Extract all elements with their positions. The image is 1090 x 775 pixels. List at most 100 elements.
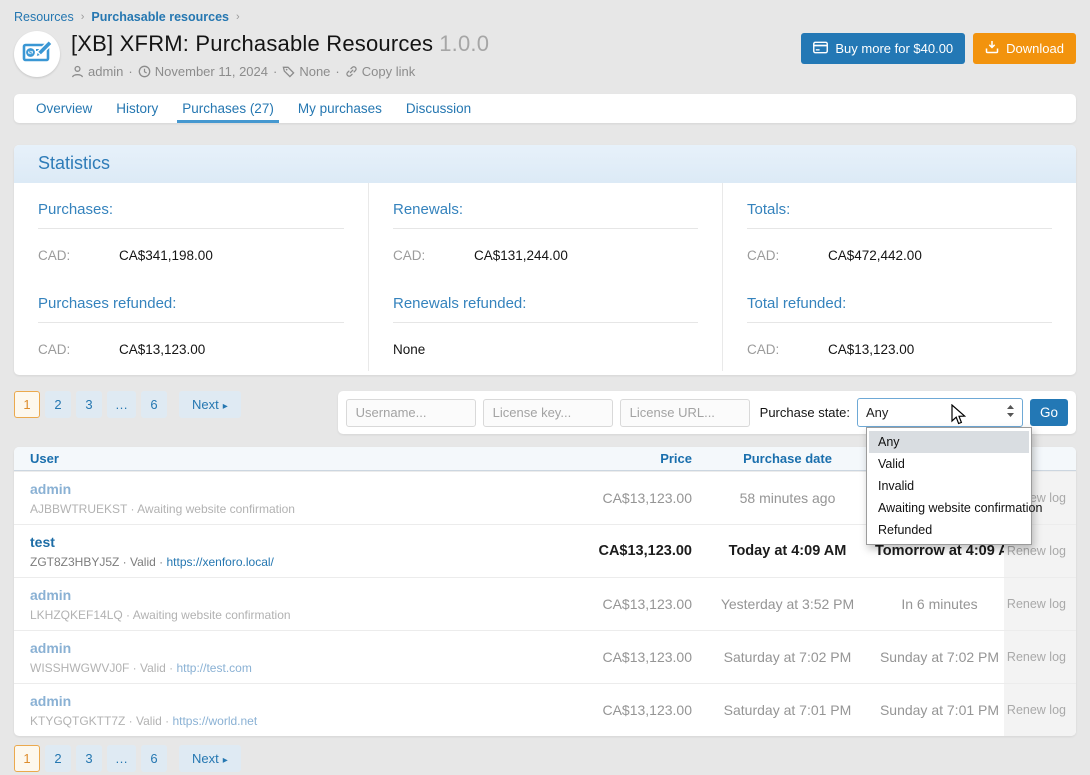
stat-value: CA$131,244.00 [474,248,568,263]
purchase-date-cell: Today at 4:09 AM [700,543,875,559]
download-button[interactable]: Download [973,33,1076,64]
license-url-link[interactable]: http://test.com [176,661,251,675]
table-row: admin WISSHWGWVJ0F · Valid · http://test… [14,630,1076,683]
author-meta: admin [71,64,123,79]
breadcrumb-purchasable-resources[interactable]: Purchasable resources [91,10,229,24]
purchase-user-link[interactable]: admin [30,693,71,709]
bottom-pagination: 1 2 3 … 6 Next▸ [14,745,1076,772]
username-input[interactable] [346,399,476,427]
page-6-button[interactable]: 6 [141,745,167,772]
top-pagination: 1 2 3 … 6 Next▸ [14,391,241,418]
stat-purchases: Purchases: CAD: CA$341,198.00 [14,183,368,277]
renew-log-link[interactable]: Renew log [1007,597,1066,611]
price-cell: CA$13,123.00 [580,490,700,506]
table-row: admin LKHZQKEF14LQ · Awaiting website co… [14,577,1076,630]
purchase-state-select[interactable]: Any [857,398,1023,427]
breadcrumb-separator: › [81,11,85,23]
license-url-link[interactable]: https://xenforo.local/ [166,555,273,569]
tag-icon [282,65,295,78]
dropdown-option-any[interactable]: Any [869,431,1029,453]
tab-purchases[interactable]: Purchases (27) [170,94,286,123]
price-cell: CA$13,123.00 [580,543,700,559]
dropdown-option-invalid[interactable]: Invalid [867,475,1031,497]
user-icon [71,65,84,78]
page-2-button[interactable]: 2 [45,391,71,418]
purchase-state-dropdown: Any Valid Invalid Awaiting website confi… [866,427,1032,545]
currency-label: CAD: [38,248,119,263]
stat-value: None [393,342,425,357]
purchase-user-link[interactable]: admin [30,640,71,656]
page-3-button[interactable]: 3 [76,745,102,772]
link-icon [345,65,358,78]
resource-header: $ [XB] XFRM: Purchasable Resources1.0.0 [14,31,1076,79]
money-check-pen-icon: $ [22,37,52,72]
tab-history[interactable]: History [104,94,170,123]
next-page-button[interactable]: Next▸ [179,745,241,772]
renew-log-link[interactable]: Renew log [1007,703,1066,717]
credit-card-icon [813,41,828,57]
tab-discussion[interactable]: Discussion [394,94,483,123]
purchase-user-link[interactable]: test [30,534,55,550]
page-1-button[interactable]: 1 [14,391,40,418]
page-title: [XB] XFRM: Purchasable Resources1.0.0 [71,31,489,57]
resource-meta: admin · November 11, 2024 · None · [71,64,489,79]
next-page-button[interactable]: Next▸ [179,391,241,418]
renew-log-link[interactable]: Renew log [1007,544,1066,558]
select-spinner-icon [1007,405,1014,420]
stat-value: CA$13,123.00 [828,342,914,357]
tab-my-purchases[interactable]: My purchases [286,94,394,123]
buy-more-button[interactable]: Buy more for $40.00 [801,33,965,64]
go-button[interactable]: Go [1030,399,1068,426]
dropdown-option-refunded[interactable]: Refunded [867,519,1031,541]
statistics-card: Statistics Purchases: CAD: CA$341,198.00… [14,145,1076,375]
stat-totals: Totals: CAD: CA$472,442.00 [722,183,1076,277]
price-column-header: Price [580,451,700,466]
price-cell: CA$13,123.00 [580,596,700,612]
meta-separator: · [128,64,132,79]
breadcrumb-resources[interactable]: Resources [14,10,74,24]
copy-link[interactable]: Copy link [345,64,415,79]
download-icon [985,40,999,57]
stat-purchases-refunded: Purchases refunded: CAD: CA$13,123.00 [14,277,368,371]
meta-separator: · [273,64,277,79]
expiry-date-cell: Sunday at 7:01 PM [875,702,1004,718]
tags-meta: None [282,64,330,79]
purchase-date-column-header: Purchase date [700,451,875,466]
page-ellipsis-button[interactable]: … [107,745,136,772]
license-url-input[interactable] [620,399,750,427]
page-1-button[interactable]: 1 [14,745,40,772]
stat-renewals-refunded: Renewals refunded: None [368,277,722,371]
meta-separator: · [335,64,339,79]
currency-label: CAD: [747,342,828,357]
stat-total-refunded: Total refunded: CAD: CA$13,123.00 [722,277,1076,371]
tab-overview[interactable]: Overview [24,94,104,123]
license-url-link[interactable]: https://world.net [172,714,257,728]
purchase-user-link[interactable]: admin [30,481,71,497]
date-meta: November 11, 2024 [138,64,268,79]
purchase-date-cell: Saturday at 7:02 PM [700,649,875,665]
clock-icon [138,65,151,78]
expiry-date-cell: In 6 minutes [875,596,1004,612]
stat-renewals: Renewals: CAD: CA$131,244.00 [368,183,722,277]
license-key-input[interactable] [483,399,613,427]
purchase-date-cell: Saturday at 7:01 PM [700,702,875,718]
page-6-button[interactable]: 6 [141,391,167,418]
dropdown-option-valid[interactable]: Valid [867,453,1031,475]
breadcrumb: Resources › Purchasable resources › [14,0,1076,24]
tab-bar: Overview History Purchases (27) My purch… [14,94,1076,123]
page-2-button[interactable]: 2 [45,745,71,772]
expiry-date-cell: Tomorrow at 4:09 AM [875,543,1004,559]
user-column-header: User [14,451,580,466]
renew-log-link[interactable]: Renew log [1007,650,1066,664]
dropdown-option-awaiting[interactable]: Awaiting website confirmation [867,497,1031,519]
purchase-date-cell: 58 minutes ago [700,490,875,506]
svg-text:$: $ [29,50,33,57]
page-ellipsis-button[interactable]: … [107,391,136,418]
license-details: WISSHWGWVJ0F · Valid · http://test.com [30,661,580,676]
page-3-button[interactable]: 3 [76,391,102,418]
license-details: KTYGQTGKTT7Z · Valid · https://world.net [30,714,580,729]
purchase-user-link[interactable]: admin [30,587,71,603]
statistics-title: Statistics [14,145,1076,183]
next-arrow-icon: ▸ [223,401,228,412]
table-row: admin KTYGQTGKTT7Z · Valid · https://wor… [14,683,1076,736]
